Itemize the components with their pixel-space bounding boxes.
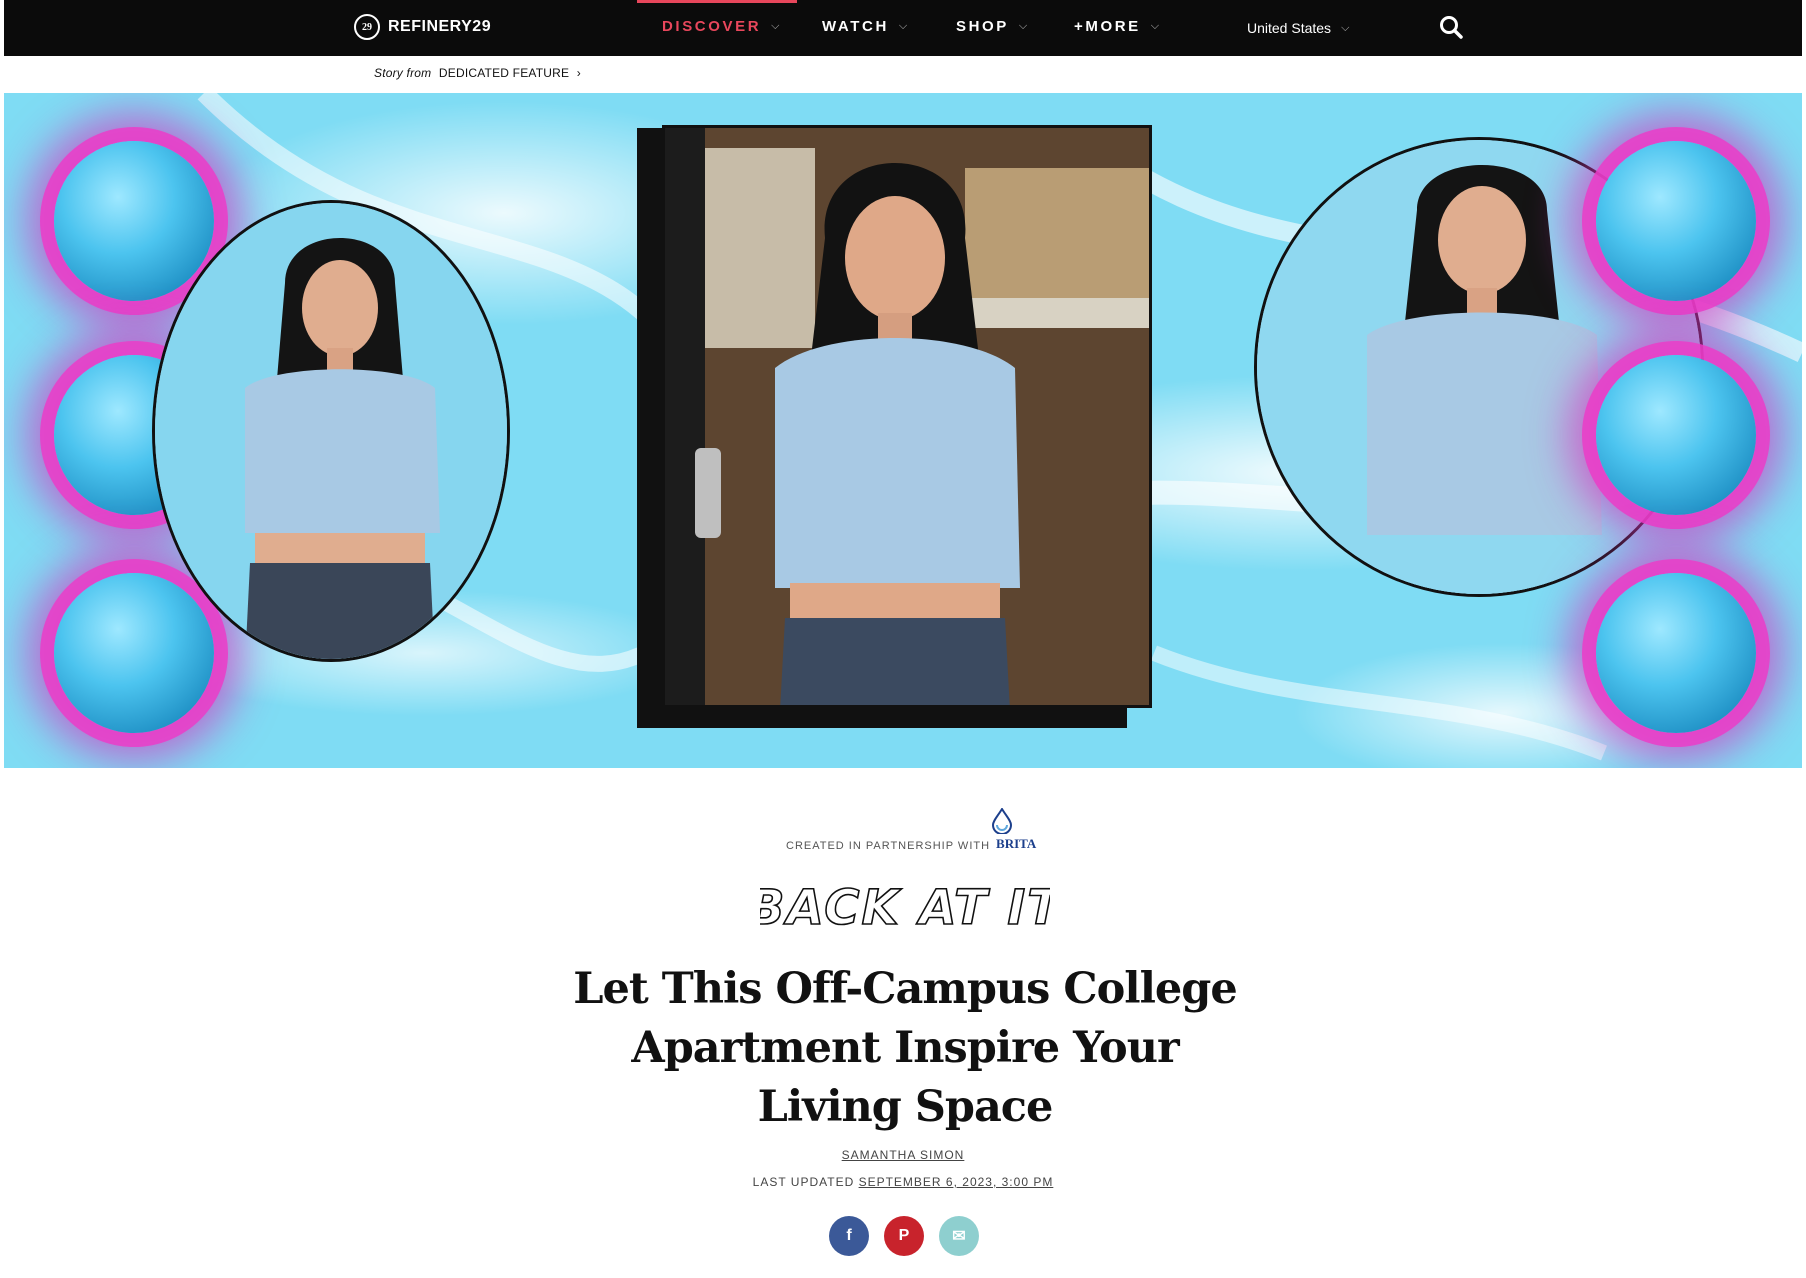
blue-sphere (1596, 141, 1756, 301)
chevron-down-icon: ⌵ (771, 20, 780, 32)
nav-item-shop[interactable]: SHOP ⌵ (956, 18, 1027, 35)
email-icon: ✉ (952, 1228, 966, 1245)
partnership-label: CREATED IN PARTNERSHIP WITH BRITA (786, 836, 1036, 852)
photo-center (662, 125, 1152, 708)
woman-doorway-photo (665, 128, 1149, 705)
country-selector[interactable]: United States ⌵ (1247, 20, 1349, 36)
email-share-button[interactable]: ✉ (939, 1216, 979, 1256)
chevron-down-icon: ⌵ (1341, 21, 1350, 34)
nav-item-label: DISCOVER (662, 18, 762, 35)
logo-text: REFINERY29 (388, 18, 492, 35)
nav-item-label: WATCH (822, 18, 889, 35)
updated-date: SEPTEMBER 6, 2023, 3:00 PM (858, 1175, 1054, 1189)
top-nav: 29 REFINERY29 DISCOVER ⌵ WATCH ⌵ SHOP ⌵ … (4, 0, 1802, 56)
active-nav-indicator (637, 0, 797, 3)
story-prefix: Story from (374, 66, 432, 80)
chevron-down-icon: ⌵ (898, 20, 908, 32)
nav-item-discover[interactable]: DISCOVER ⌵ (662, 18, 780, 35)
photo-oval-left (152, 200, 510, 662)
search-button[interactable] (1438, 14, 1466, 42)
last-updated: LAST UPDATED SEPTEMBER 6, 2023, 3:00 PM (0, 1175, 1806, 1189)
brita-logo: BRITA (996, 836, 1037, 851)
chevron-down-icon: ⌵ (1150, 20, 1160, 32)
chevron-right-icon: › (576, 66, 581, 80)
page: 29 REFINERY29 DISCOVER ⌵ WATCH ⌵ SHOP ⌵ … (0, 0, 1806, 1278)
woman-photo (155, 203, 507, 659)
article-headline: Let This Off-Campus College Apartment In… (573, 964, 1237, 1132)
hero-image (4, 93, 1802, 768)
nav-item-watch[interactable]: WATCH ⌵ (822, 18, 907, 35)
facebook-icon: f (846, 1227, 852, 1244)
site-logo[interactable]: 29 REFINERY29 (354, 14, 491, 40)
pinterest-share-button[interactable]: P (884, 1216, 924, 1256)
author-link[interactable]: SAMANTHA SIMON (842, 1148, 965, 1162)
facebook-share-button[interactable]: f (829, 1216, 869, 1256)
blue-sphere (1596, 355, 1756, 515)
updated-label: LAST UPDATED (752, 1175, 855, 1189)
svg-text:BACK AT IT: BACK AT IT (760, 880, 1050, 936)
chevron-down-icon: ⌵ (1018, 20, 1028, 32)
nav-item-label: +MORE (1074, 18, 1141, 35)
search-icon (1440, 16, 1463, 39)
blue-sphere (54, 573, 214, 733)
nav-item-label: SHOP (956, 18, 1009, 35)
partnership-prefix: CREATED IN PARTNERSHIP WITH (786, 840, 991, 852)
blue-sphere (1596, 573, 1756, 733)
story-section: DEDICATED FEATURE (438, 66, 570, 80)
refinery29-logo-icon: 29 (354, 14, 380, 40)
byline: SAMANTHA SIMON (0, 1148, 1806, 1162)
series-logo: BACK AT IT (760, 879, 1050, 937)
country-label: United States (1247, 20, 1332, 36)
pinterest-icon: P (898, 1227, 910, 1244)
story-breadcrumb[interactable]: Story from DEDICATED FEATURE › (374, 66, 581, 80)
brita-drop-icon (991, 808, 1013, 834)
blue-sphere (54, 141, 214, 301)
nav-item-more[interactable]: +MORE ⌵ (1074, 18, 1159, 35)
